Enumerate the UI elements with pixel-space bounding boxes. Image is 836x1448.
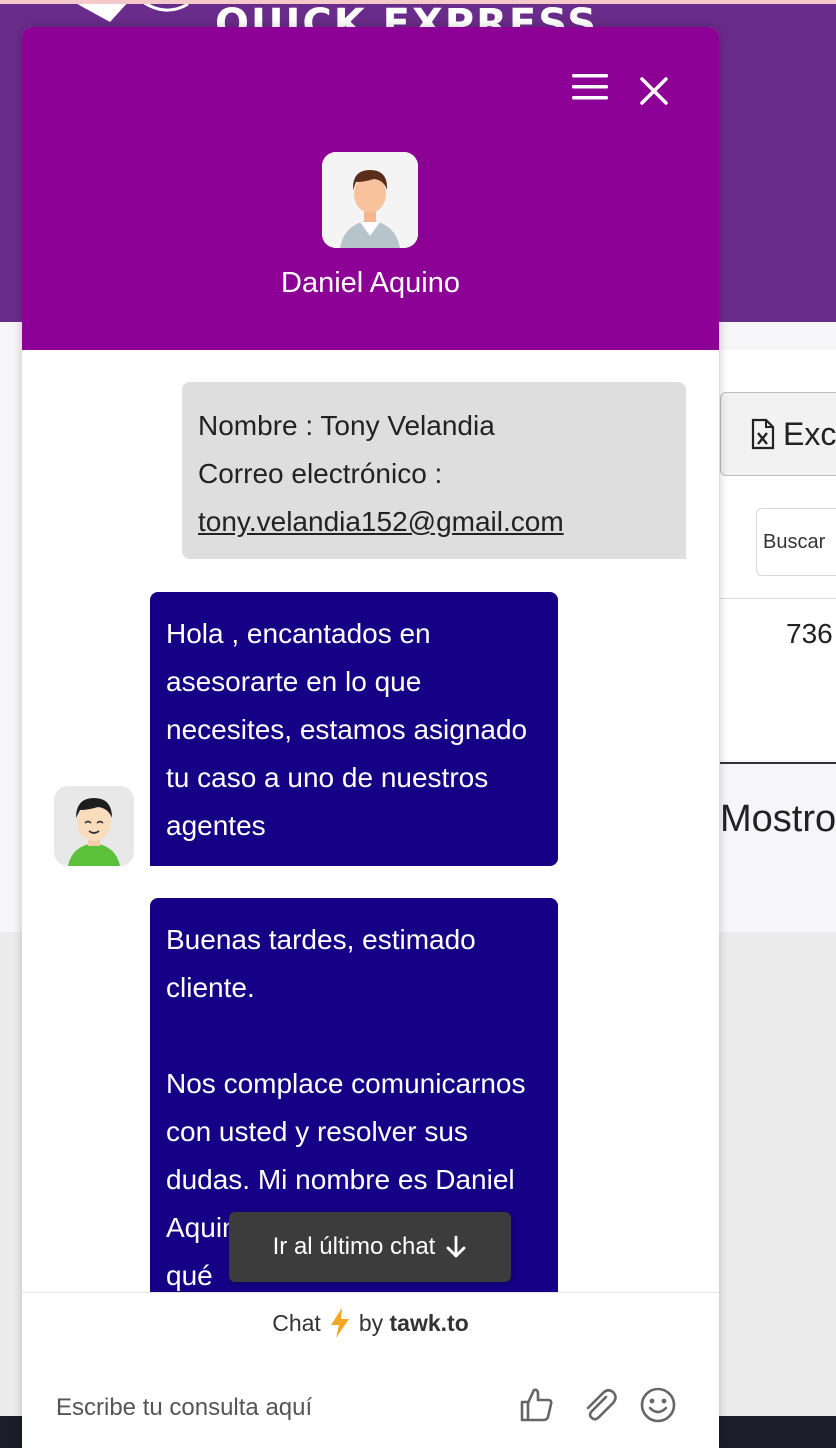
branding-by: by bbox=[358, 1309, 384, 1336]
visitor-message: Nombre : Tony Velandia Correo electrónic… bbox=[182, 382, 686, 559]
lightning-icon bbox=[330, 1308, 349, 1338]
logo-wing-icon bbox=[77, 4, 189, 22]
branding-brand: tawk.to bbox=[389, 1309, 469, 1336]
table-divider bbox=[720, 598, 836, 599]
paperclip-icon[interactable] bbox=[580, 1385, 620, 1425]
table-bottom-border bbox=[720, 762, 836, 764]
agent-avatar bbox=[322, 152, 418, 248]
chat-widget: Daniel Aquino Nombre : Tony Velandia Cor… bbox=[22, 27, 719, 1448]
powered-by-branding[interactable]: Chat by tawk.to bbox=[22, 1307, 719, 1339]
message-input[interactable] bbox=[54, 1387, 498, 1429]
jump-to-latest-button[interactable]: Ir al último chat bbox=[229, 1212, 511, 1282]
agent-avatar-illustration bbox=[322, 152, 418, 248]
arrow-down-icon bbox=[446, 1235, 466, 1258]
table-footer-text: Mostro bbox=[720, 798, 836, 840]
excel-file-icon bbox=[751, 418, 775, 450]
bot-avatar-illustration bbox=[54, 786, 134, 866]
site-search-placeholder: Buscar bbox=[763, 530, 826, 553]
table-cell: 736 bbox=[786, 618, 833, 649]
message-composer bbox=[22, 1367, 719, 1448]
jump-to-latest-label: Ir al último chat bbox=[272, 1233, 436, 1260]
agent-message-paragraph: Buenas tardes, estimado cliente. bbox=[166, 924, 476, 1003]
composer-divider bbox=[22, 1292, 719, 1293]
branding-prefix: Chat bbox=[272, 1309, 321, 1336]
menu-icon[interactable] bbox=[572, 73, 608, 101]
agent-name: Daniel Aquino bbox=[281, 267, 460, 299]
agent-message: Hola , encantados en asesorartе en lo qu… bbox=[150, 592, 558, 866]
site-search-input[interactable]: Buscar bbox=[756, 508, 836, 576]
close-icon[interactable] bbox=[636, 73, 672, 109]
smiley-icon[interactable] bbox=[638, 1385, 678, 1425]
agent-message-text: Hola , encantados en asesorartе en lo qu… bbox=[166, 618, 528, 841]
visitor-name-line: Nombre : Tony Velandia bbox=[198, 410, 495, 441]
bot-avatar bbox=[54, 786, 134, 866]
thumbs-up-icon[interactable] bbox=[516, 1385, 556, 1425]
visitor-email-label: Correo electrónico : bbox=[198, 458, 443, 489]
export-excel-label: Exc bbox=[783, 415, 836, 452]
chat-messages[interactable]: Nombre : Tony Velandia Correo electrónic… bbox=[22, 350, 719, 1292]
export-excel-button[interactable]: Exc bbox=[720, 392, 836, 476]
chat-header: Daniel Aquino bbox=[22, 27, 719, 350]
visitor-email-link[interactable]: tony.velandia152@gmail.com bbox=[198, 498, 670, 546]
